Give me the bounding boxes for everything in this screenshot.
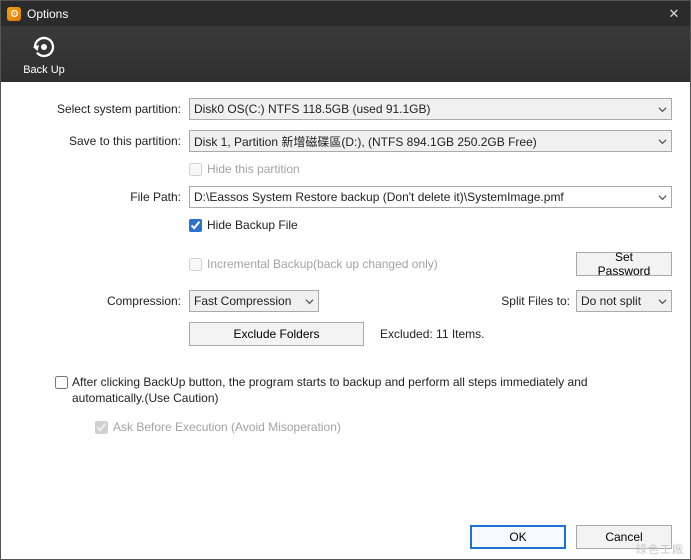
incremental-input xyxy=(189,258,202,271)
chevron-down-icon xyxy=(305,295,314,309)
label-compression: Compression: xyxy=(19,294,189,308)
ask-before-input xyxy=(95,421,108,434)
titlebar: Options ✕ xyxy=(1,1,690,26)
hide-backup-file-input[interactable] xyxy=(189,219,202,232)
excluded-count: 11 Items. xyxy=(436,327,484,341)
excluded-count-text: Excluded: 11 Items. xyxy=(380,327,485,341)
tab-backup[interactable]: Back Up xyxy=(13,28,75,82)
hide-backup-file-checkbox[interactable]: Hide Backup File xyxy=(189,218,672,232)
auto-backup-label: After clicking BackUp button, the progra… xyxy=(72,374,652,406)
backup-icon xyxy=(31,34,57,60)
file-path-value: D:\Eassos System Restore backup (Don't d… xyxy=(194,190,564,204)
hide-partition-input xyxy=(189,163,202,176)
ask-before-checkbox: Ask Before Execution (Avoid Misoperation… xyxy=(95,420,672,434)
file-path-dropdown[interactable]: D:\Eassos System Restore backup (Don't d… xyxy=(189,186,672,208)
save-partition-value: Disk 1, Partition 新增磁碟區(D:), (NTFS 894.1… xyxy=(194,133,537,150)
options-window: Options ✕ Back Up Select system partitio… xyxy=(0,0,691,560)
tab-backup-label: Back Up xyxy=(23,64,65,76)
chevron-down-icon xyxy=(658,191,667,205)
label-split-files: Split Files to: xyxy=(501,294,570,308)
compression-dropdown[interactable]: Fast Compression xyxy=(189,290,319,312)
ok-button[interactable]: OK xyxy=(470,525,566,549)
compression-value: Fast Compression xyxy=(194,294,291,308)
app-icon xyxy=(7,7,21,21)
split-files-value: Do not split xyxy=(581,294,641,308)
button-bar: OK Cancel xyxy=(1,515,690,559)
split-files-dropdown[interactable]: Do not split xyxy=(576,290,672,312)
chevron-down-icon xyxy=(658,103,667,117)
incremental-checkbox: Incremental Backup(back up changed only) xyxy=(189,257,576,271)
exclude-folders-button[interactable]: Exclude Folders xyxy=(189,322,364,346)
hide-partition-checkbox: Hide this partition xyxy=(189,162,672,176)
label-save-to: Save to this partition: xyxy=(19,134,189,148)
hide-partition-label: Hide this partition xyxy=(207,162,300,176)
hide-backup-file-label: Hide Backup File xyxy=(207,218,298,232)
set-password-button[interactable]: Set Password xyxy=(576,252,672,276)
incremental-label: Incremental Backup(back up changed only) xyxy=(207,257,438,271)
excluded-prefix: Excluded: xyxy=(380,327,436,341)
tabstrip: Back Up xyxy=(1,26,690,82)
ask-before-label: Ask Before Execution (Avoid Misoperation… xyxy=(113,420,341,434)
window-title: Options xyxy=(27,7,664,21)
close-icon[interactable]: ✕ xyxy=(664,6,684,22)
system-partition-dropdown[interactable]: Disk0 OS(C:) NTFS 118.5GB (used 91.1GB) xyxy=(189,98,672,120)
system-partition-value: Disk0 OS(C:) NTFS 118.5GB (used 91.1GB) xyxy=(194,102,431,116)
chevron-down-icon xyxy=(658,295,667,309)
cancel-button[interactable]: Cancel xyxy=(576,525,672,549)
auto-backup-checkbox[interactable] xyxy=(55,376,68,389)
save-partition-dropdown[interactable]: Disk 1, Partition 新增磁碟區(D:), (NTFS 894.1… xyxy=(189,130,672,152)
chevron-down-icon xyxy=(658,135,667,149)
form-body: Select system partition: Disk0 OS(C:) NT… xyxy=(1,82,690,513)
label-select-partition: Select system partition: xyxy=(19,102,189,116)
label-file-path: File Path: xyxy=(19,190,189,204)
